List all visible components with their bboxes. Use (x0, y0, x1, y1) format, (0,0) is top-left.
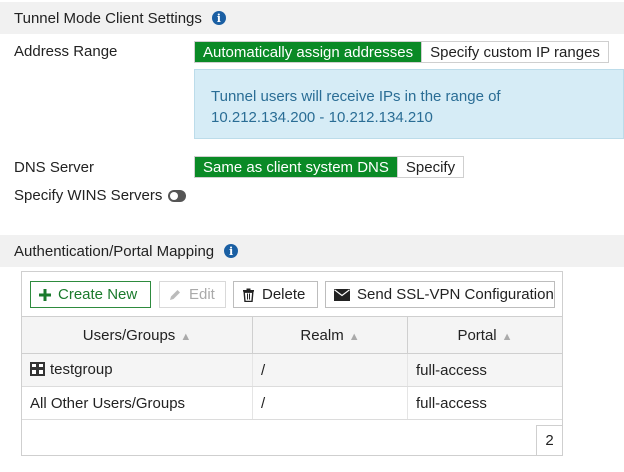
auth-portal-mapping-panel: Create New Edit Delete Send SSL-VPN Conf… (21, 271, 563, 456)
create-new-label: Create New (58, 286, 138, 303)
sort-icon: ▲︎ (180, 330, 192, 343)
toggle-knob (170, 192, 178, 200)
auto-assign-addresses-option[interactable]: Automatically assign addresses (195, 42, 422, 62)
column-label: Users/Groups (82, 326, 176, 344)
trash-icon (242, 288, 255, 302)
column-header-portal[interactable]: Portal ▲︎ (407, 316, 562, 354)
auth-portal-section-header: Authentication/Portal Mapping i (0, 235, 624, 267)
tunnel-mode-section-header: Tunnel Mode Client Settings i (0, 2, 624, 34)
portal-cell: full-access (407, 353, 562, 387)
column-label: Realm (300, 326, 344, 344)
wins-servers-toggle[interactable] (168, 190, 186, 202)
section-title: Tunnel Mode Client Settings (14, 9, 202, 27)
info-icon[interactable]: i (224, 244, 239, 258)
column-label: Portal (457, 326, 497, 344)
envelope-icon (334, 288, 350, 301)
table-row[interactable]: testgroup / full-access (22, 353, 562, 387)
group-icon (30, 361, 45, 380)
info-icon[interactable]: i (211, 11, 226, 25)
portal-cell: full-access (407, 386, 562, 420)
specify-dns-option[interactable]: Specify (396, 157, 464, 177)
dns-server-selector: Same as client system DNS Specify (194, 156, 465, 178)
ip-range-info-box: Tunnel users will receive IPs in the ran… (194, 69, 624, 139)
wins-servers-label: Specify WINS Servers (14, 187, 163, 204)
edit-button[interactable]: Edit (159, 281, 226, 308)
row-count: 2 (536, 425, 562, 455)
realm-cell: / (252, 386, 408, 420)
users-groups-cell: All Other Users/Groups (22, 386, 253, 420)
users-groups-value: testgroup (50, 360, 113, 378)
create-new-button[interactable]: Create New (30, 281, 151, 308)
edit-label: Edit (189, 286, 215, 303)
delete-button[interactable]: Delete (233, 281, 318, 308)
delete-label: Delete (262, 286, 306, 303)
column-header-users-groups[interactable]: Users/Groups ▲︎ (22, 316, 253, 354)
users-groups-cell: testgroup (22, 353, 253, 387)
send-config-label: Send SSL-VPN Configuration (357, 286, 554, 303)
auth-portal-table: Users/Groups ▲︎ Realm ▲︎ Portal ▲︎ testgrou… (22, 316, 562, 420)
realm-cell: / (252, 353, 408, 387)
custom-ip-ranges-option[interactable]: Specify custom IP ranges (421, 42, 608, 62)
pencil-icon (168, 288, 182, 302)
same-as-client-dns-option[interactable]: Same as client system DNS (195, 157, 397, 177)
column-header-realm[interactable]: Realm ▲︎ (252, 316, 408, 354)
address-range-selector: Automatically assign addresses Specify c… (194, 41, 609, 63)
dns-server-label: DNS Server (14, 159, 95, 176)
sort-icon: ▲︎ (501, 330, 513, 343)
table-row[interactable]: All Other Users/Groups / full-access (22, 386, 562, 420)
plus-icon (39, 288, 51, 301)
section-title: Authentication/Portal Mapping (14, 242, 215, 260)
sort-icon: ▲︎ (348, 330, 360, 343)
send-ssl-vpn-config-button[interactable]: Send SSL-VPN Configuration (325, 281, 555, 308)
address-range-label: Address Range (14, 43, 118, 60)
